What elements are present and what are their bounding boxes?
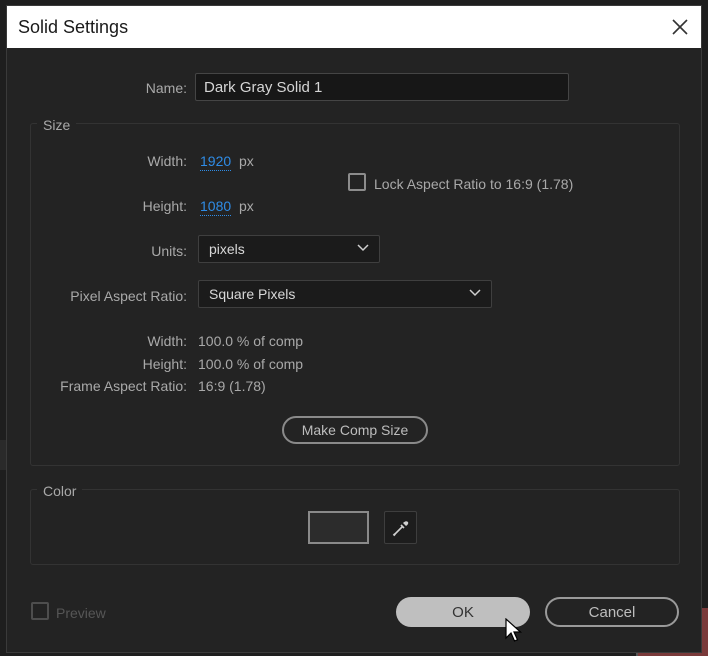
lock-aspect-checkbox[interactable] [348, 173, 366, 191]
pixel-aspect-ratio-select[interactable]: Square Pixels [198, 280, 492, 308]
preview-checkbox[interactable] [31, 602, 49, 620]
cancel-button[interactable]: Cancel [545, 597, 679, 627]
name-label: Name: [145, 80, 187, 96]
lock-aspect-label: Lock Aspect Ratio to 16:9 (1.78) [374, 176, 574, 192]
height-unit: px [239, 198, 254, 214]
info-height-label: Height: [142, 356, 187, 372]
make-comp-size-button[interactable]: Make Comp Size [282, 416, 428, 444]
color-group-title: Color [37, 483, 83, 499]
name-input[interactable]: Dark Gray Solid 1 [195, 73, 569, 101]
pixel-aspect-ratio-label: Pixel Aspect Ratio: [70, 288, 187, 304]
height-label: Height: [142, 198, 187, 214]
frame-aspect-ratio-value: 16:9 (1.78) [198, 378, 266, 394]
info-width-label: Width: [147, 333, 187, 349]
frame-aspect-ratio-label: Frame Aspect Ratio: [60, 378, 187, 394]
title-bar: Solid Settings [7, 6, 701, 48]
eyedropper-button[interactable] [384, 511, 417, 544]
mouse-cursor-icon [505, 618, 523, 642]
chevron-down-icon [469, 289, 481, 297]
color-swatch[interactable] [308, 511, 369, 544]
info-width-value: 100.0 % of comp [198, 333, 304, 349]
close-icon [672, 19, 688, 35]
units-label: Units: [151, 243, 187, 259]
units-select-value: pixels [209, 241, 245, 257]
info-height-value: 100.0 % of comp [198, 356, 304, 372]
units-select[interactable]: pixels [198, 235, 380, 263]
width-unit: px [239, 153, 254, 169]
close-button[interactable] [667, 14, 693, 40]
preview-label: Preview [56, 605, 106, 621]
solid-settings-dialog: Solid Settings Name: Dark Gray Solid 1 S… [6, 5, 702, 653]
width-value[interactable]: 1920 [200, 152, 232, 171]
eyedropper-icon [392, 520, 408, 536]
size-group-title: Size [37, 117, 77, 133]
dialog-title: Solid Settings [18, 17, 129, 37]
height-value[interactable]: 1080 [200, 197, 232, 216]
pixel-aspect-ratio-value: Square Pixels [209, 286, 296, 302]
width-label: Width: [147, 153, 187, 169]
chevron-down-icon [357, 244, 369, 252]
